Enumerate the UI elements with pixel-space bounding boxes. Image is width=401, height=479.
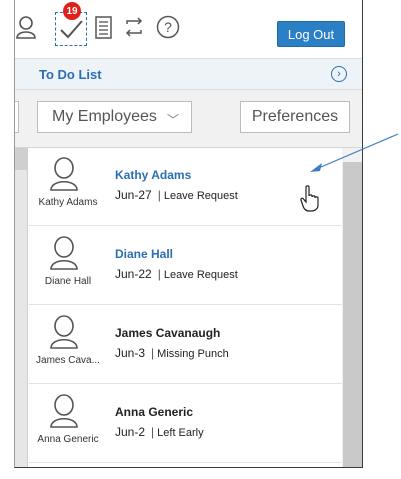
item-request-type: Leave Request xyxy=(163,269,238,281)
annotation-arrow xyxy=(310,133,399,172)
partial-button[interactable] xyxy=(15,101,19,133)
item-request-type: Missing Punch xyxy=(157,348,229,360)
item-request-type: Left Early xyxy=(157,427,204,439)
item-meta: Jun-22 | Leave Request xyxy=(115,267,238,281)
hand-pointer-icon xyxy=(300,185,319,212)
chevron-down-icon: ﹀ xyxy=(166,113,179,127)
employee-name[interactable]: James Cavanaugh xyxy=(115,326,220,340)
left-strip-header xyxy=(15,148,28,170)
refresh-icon[interactable] xyxy=(121,14,147,40)
preferences-button[interactable]: Preferences xyxy=(240,101,350,133)
item-meta: Jun-2 | Left Early xyxy=(115,425,204,439)
top-toolbar: 19 ? Log Out xyxy=(15,0,362,52)
list-scrollbar[interactable] xyxy=(342,148,362,467)
avatar-label: Diane Hall xyxy=(44,276,92,287)
list-item[interactable]: Diane Hall Diane Hall Jun-22 | Leave Reque… xyxy=(29,227,342,305)
user-icon[interactable] xyxy=(15,14,41,40)
document-list-icon[interactable] xyxy=(91,14,117,40)
scrollbar-thumb[interactable] xyxy=(343,162,362,467)
item-date: Jun-2 xyxy=(115,425,146,439)
avatar-label: James Cava... xyxy=(36,355,100,366)
employee-name[interactable]: Anna Generic xyxy=(115,405,193,419)
avatar-icon xyxy=(50,315,78,349)
list-item[interactable]: Kathy Adams Kathy Adams Jun-27 | Leave Req… xyxy=(29,148,342,226)
item-meta: Jun-3 | Missing Punch xyxy=(115,346,229,360)
todo-list: Kathy Adams Kathy Adams Jun-27 | Leave Req… xyxy=(29,148,342,467)
employees-select-value: My Employees xyxy=(52,108,157,125)
left-panel-strip xyxy=(15,148,28,467)
item-date: Jun-3 xyxy=(115,346,146,360)
avatar-label: Kathy Adams xyxy=(38,197,98,208)
todo-panel: 19 ? Log Out To Do List › My Employees ﹀ xyxy=(14,0,363,468)
list-item[interactable]: James Cava... James Cavanaugh Jun-3 | Miss… xyxy=(29,306,342,384)
avatar-icon xyxy=(50,236,78,270)
item-date: Jun-27 xyxy=(115,188,152,202)
todo-list-header: To Do List › xyxy=(15,58,362,90)
svg-text:?: ? xyxy=(164,19,172,35)
employee-name-link[interactable]: Diane Hall xyxy=(115,247,173,261)
employee-name-link[interactable]: Kathy Adams xyxy=(115,168,191,182)
avatar-icon xyxy=(50,157,78,191)
item-date: Jun-22 xyxy=(115,267,152,281)
todo-list-title[interactable]: To Do List xyxy=(39,67,102,82)
help-icon[interactable]: ? xyxy=(155,14,181,40)
logout-button[interactable]: Log Out xyxy=(277,21,345,47)
item-request-type: Leave Request xyxy=(163,190,238,202)
todo-count-badge: 19 xyxy=(63,2,81,20)
avatar-icon xyxy=(50,394,78,428)
employees-select[interactable]: My Employees ﹀ xyxy=(37,101,192,133)
avatar-label: Anna Generic xyxy=(37,434,99,445)
list-item[interactable]: Anna Generic Anna Generic Jun-2 | Left Ear… xyxy=(29,385,342,463)
item-meta: Jun-27 | Leave Request xyxy=(115,188,238,202)
chevron-right-circle-icon[interactable]: › xyxy=(331,66,347,82)
